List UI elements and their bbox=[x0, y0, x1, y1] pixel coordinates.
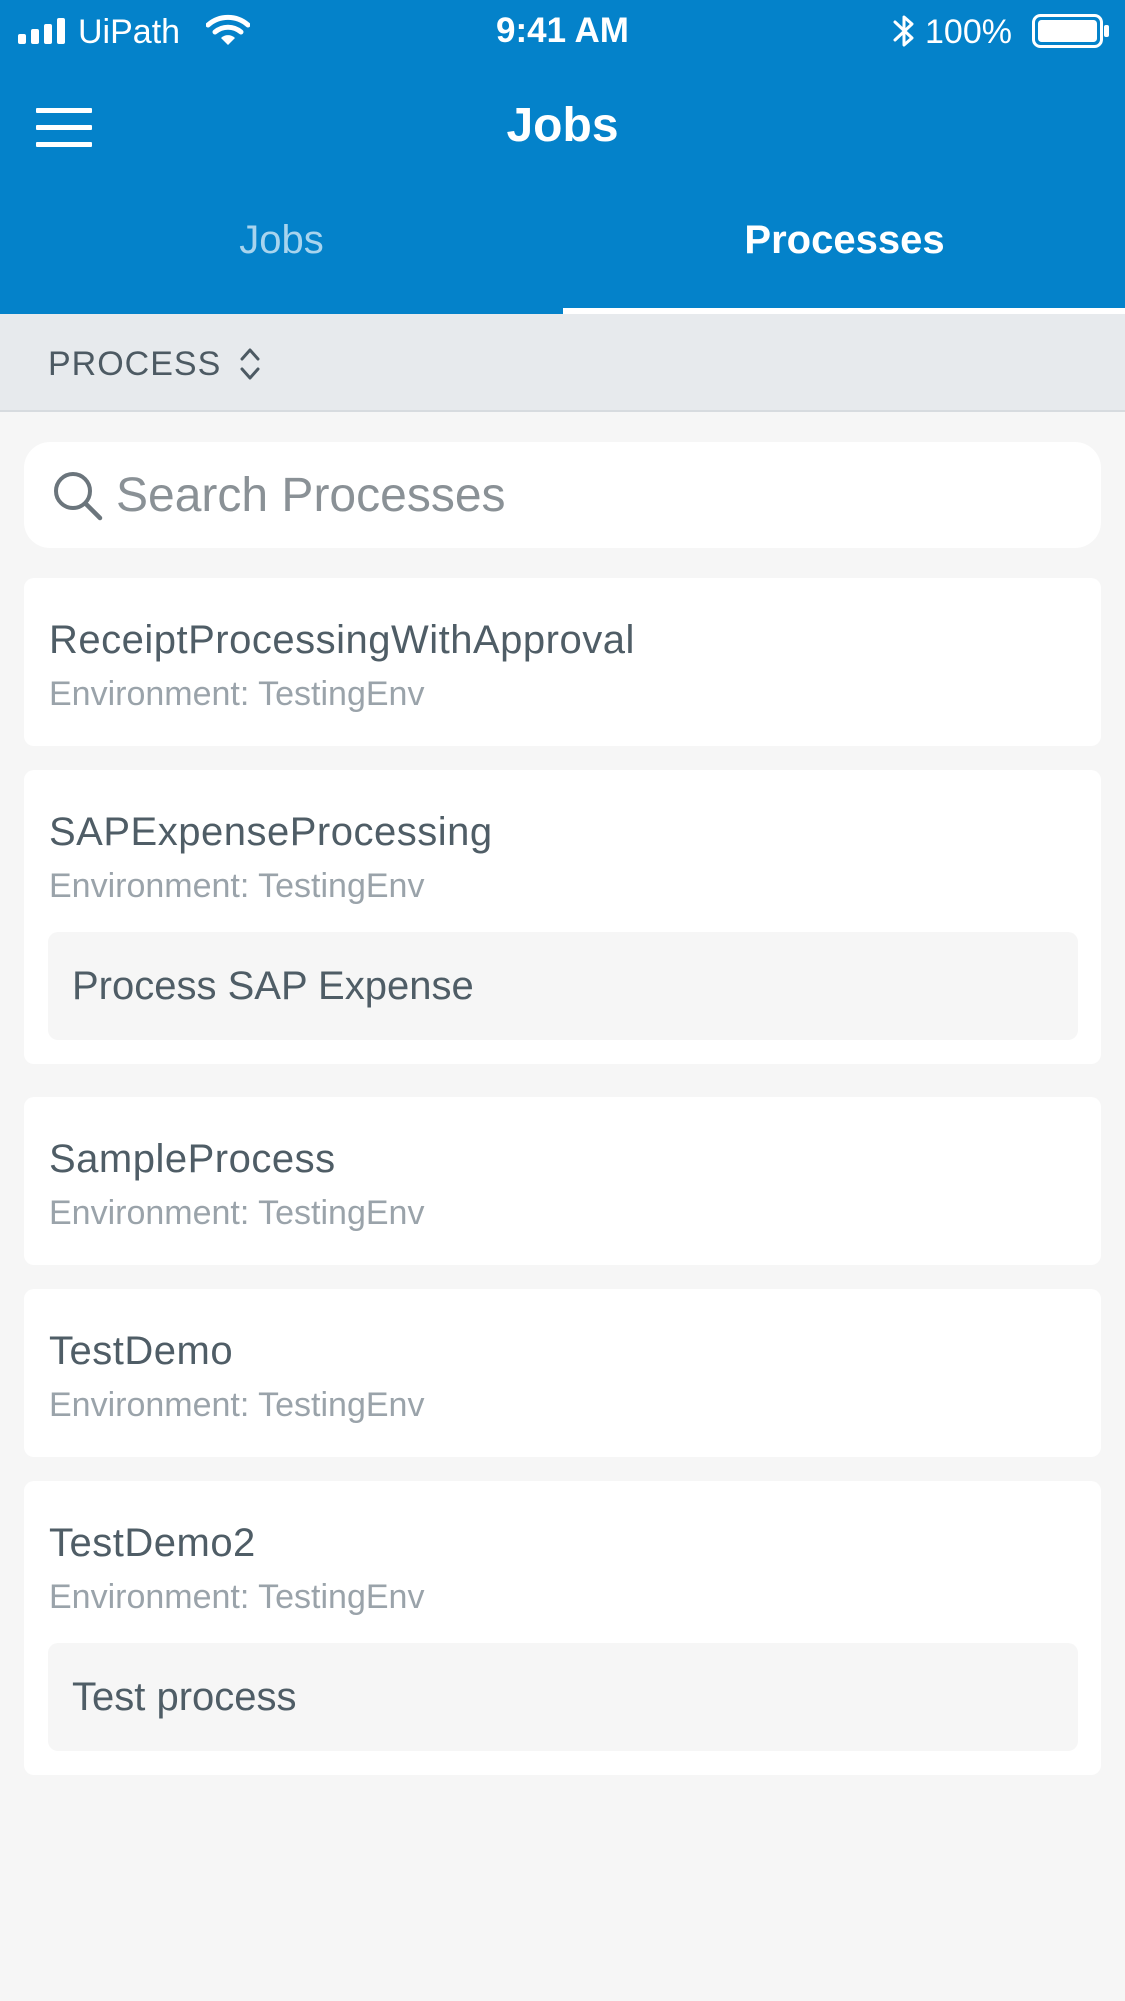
process-environment: Environment: TestingEnv bbox=[49, 675, 425, 713]
sort-updown-icon bbox=[240, 348, 260, 380]
process-description: Test process bbox=[48, 1643, 1078, 1751]
process-card-sap-expense[interactable]: SAPExpenseProcessing Environment: Testin… bbox=[24, 770, 1101, 1064]
process-card-sample-process[interactable]: SampleProcess Environment: TestingEnv bbox=[24, 1097, 1101, 1265]
process-environment: Environment: TestingEnv bbox=[49, 1386, 425, 1424]
process-card-test-demo2[interactable]: TestDemo2 Environment: TestingEnv Test p… bbox=[24, 1481, 1101, 1775]
process-name: TestDemo bbox=[49, 1329, 234, 1373]
process-environment: Environment: TestingEnv bbox=[49, 867, 425, 905]
status-bar: UiPath 9:41 AM 100% bbox=[0, 0, 1125, 64]
battery-icon bbox=[1032, 14, 1109, 48]
search-icon bbox=[54, 472, 103, 521]
bluetooth-icon bbox=[893, 15, 914, 47]
tab-processes[interactable]: Processes bbox=[563, 200, 1125, 314]
process-environment: Environment: TestingEnv bbox=[49, 1578, 425, 1616]
search-input[interactable] bbox=[116, 462, 1076, 528]
battery-percent: 100% bbox=[925, 13, 1012, 51]
page-title: Jobs bbox=[506, 99, 619, 152]
process-card-receipt-processing[interactable]: ReceiptProcessingWithApproval Environmen… bbox=[24, 578, 1101, 746]
sort-bar: PROCESS bbox=[0, 314, 1125, 412]
search-box[interactable] bbox=[24, 442, 1101, 548]
process-name: TestDemo2 bbox=[49, 1521, 256, 1565]
app-header: UiPath 9:41 AM 100% Jobs Jobs Processes bbox=[0, 0, 1125, 314]
process-environment: Environment: TestingEnv bbox=[49, 1194, 425, 1232]
process-name: SAPExpenseProcessing bbox=[49, 810, 493, 854]
sort-label: PROCESS bbox=[48, 345, 222, 383]
process-name: ReceiptProcessingWithApproval bbox=[49, 618, 635, 662]
process-description: Process SAP Expense bbox=[48, 932, 1078, 1040]
process-card-test-demo[interactable]: TestDemo Environment: TestingEnv bbox=[24, 1289, 1101, 1457]
tab-jobs[interactable]: Jobs bbox=[0, 200, 563, 314]
process-name: SampleProcess bbox=[49, 1137, 336, 1181]
